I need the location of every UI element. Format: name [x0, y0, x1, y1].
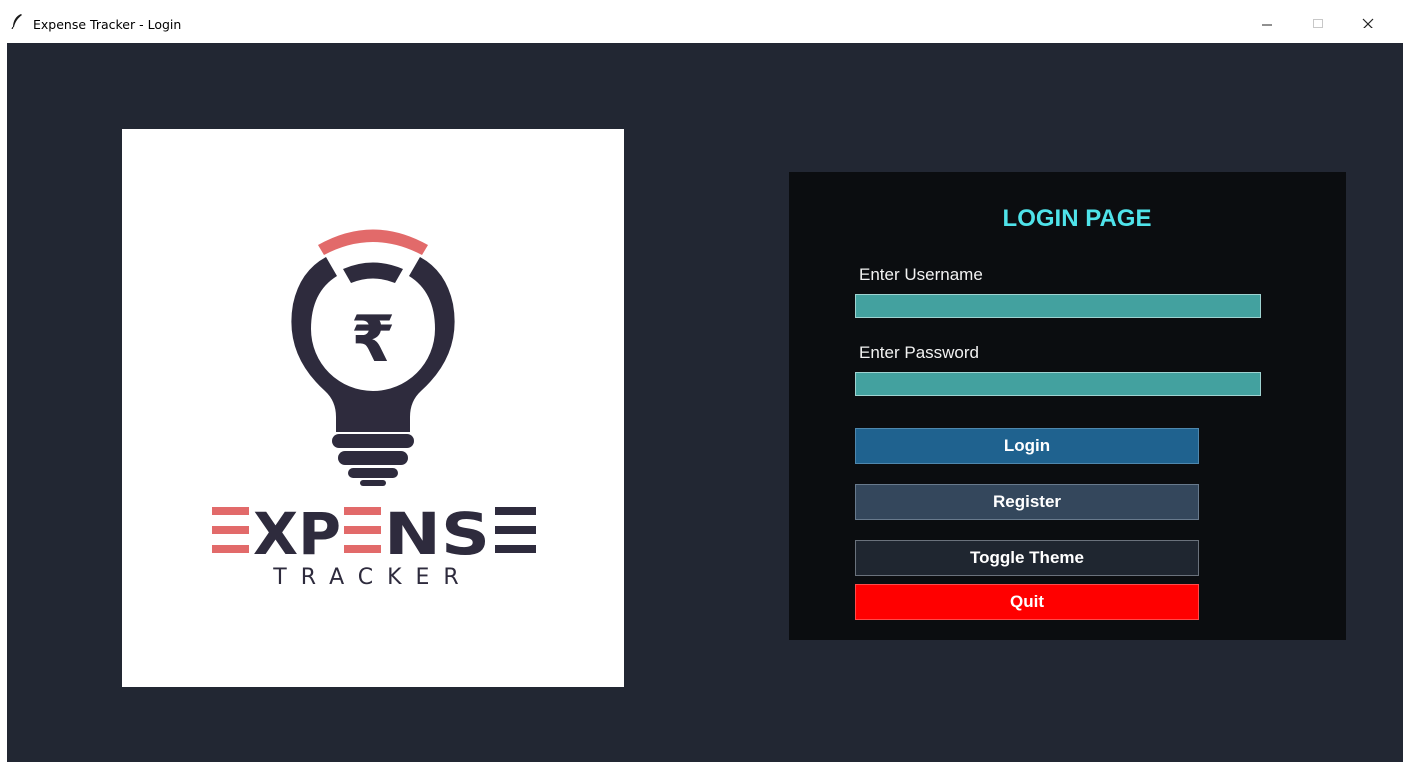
svg-text:XP: XP [253, 500, 341, 568]
logo-panel: ₹ XP NS TRACKER [122, 129, 624, 687]
minimize-icon [1262, 24, 1272, 26]
tracker-subtitle: TRACKER [272, 565, 472, 590]
minimize-button[interactable] [1244, 0, 1290, 43]
app-window: ₹ XP NS TRACKER LOGIN PAGE Enter Usernam… [7, 43, 1403, 762]
login-panel: LOGIN PAGE Enter Username Enter Password… [789, 172, 1346, 640]
rupee-icon: ₹ [351, 303, 396, 377]
login-page-title: LOGIN PAGE [1002, 205, 1152, 232]
register-button[interactable]: Register [855, 484, 1199, 520]
expense-wordmark: XP NS [212, 500, 536, 568]
quit-button[interactable]: Quit [855, 584, 1199, 620]
maximize-icon [1313, 19, 1323, 28]
feather-icon [10, 13, 24, 30]
svg-text:NS: NS [384, 500, 490, 568]
title-bar: Expense Tracker - Login [0, 0, 1396, 43]
expense-tracker-logo: ₹ XP NS TRACKER [212, 229, 536, 590]
close-icon [1362, 18, 1374, 28]
password-input[interactable] [855, 372, 1261, 396]
close-button[interactable] [1345, 0, 1391, 43]
toggle-theme-button[interactable]: Toggle Theme [855, 540, 1199, 576]
window-title: Expense Tracker - Login [33, 17, 182, 32]
password-label: Enter Password [859, 343, 979, 362]
bulb-top-arc [318, 229, 428, 255]
maximize-button[interactable] [1295, 0, 1341, 43]
username-label: Enter Username [859, 265, 983, 284]
login-button[interactable]: Login [855, 428, 1199, 464]
username-input[interactable] [855, 294, 1261, 318]
